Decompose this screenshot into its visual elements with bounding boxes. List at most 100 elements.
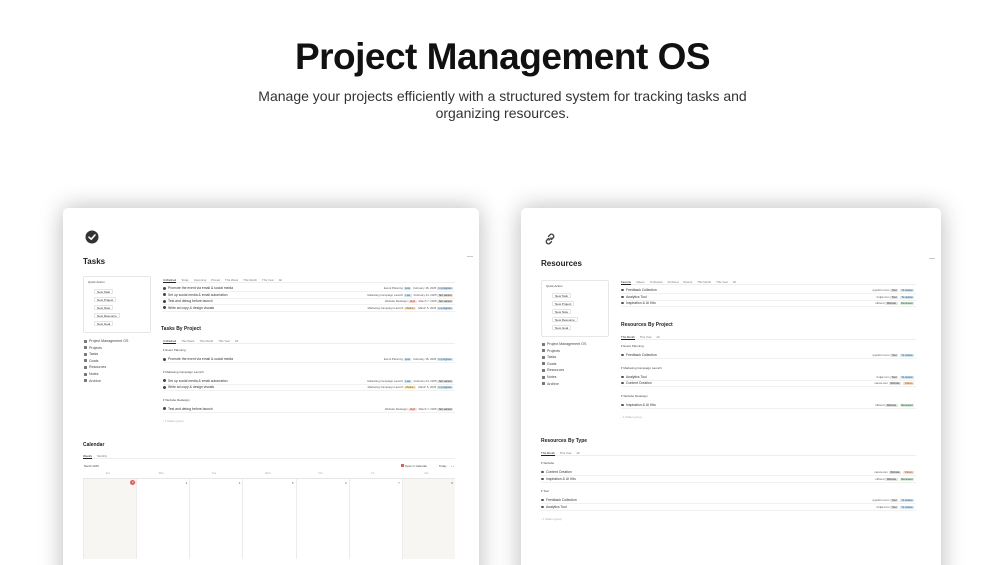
tab-tabs-0[interactable]: Weekly bbox=[83, 454, 93, 459]
task-check-icon[interactable] bbox=[163, 379, 166, 383]
tab-tabs-2[interactable]: This Month bbox=[199, 339, 213, 343]
task-row[interactable]: Set up social media & email automation Ma… bbox=[163, 379, 455, 385]
task-check-icon[interactable] bbox=[163, 385, 166, 389]
nav-item-tasks[interactable]: Tasks bbox=[542, 354, 586, 361]
tab-tabs-0[interactable]: This Month bbox=[621, 335, 635, 340]
task-check-icon[interactable] bbox=[163, 357, 166, 361]
tab-tabs-5[interactable]: This Month bbox=[243, 278, 257, 282]
task-row[interactable]: Write ad copy & design visuals Marketing … bbox=[163, 385, 455, 391]
group-header[interactable]: ▾ Marketing Campaign Launch bbox=[621, 366, 662, 370]
task-check-icon[interactable] bbox=[163, 299, 166, 303]
nav-item-projects[interactable]: Projects bbox=[542, 348, 586, 355]
tab-tabs-1[interactable]: Monthly bbox=[97, 454, 107, 458]
resource-row[interactable]: Inspiration & UI Kits uiflow.it Website Re… bbox=[541, 477, 916, 483]
calendar-day-cell[interactable]: 7 bbox=[348, 479, 402, 559]
today-button[interactable]: Today bbox=[439, 464, 446, 468]
group-header[interactable]: ▾ Website Redesign bbox=[163, 398, 190, 402]
new-project-button[interactable]: New Project bbox=[552, 301, 575, 306]
resource-row[interactable]: Feedback Collection typeform.com Tool To r… bbox=[621, 353, 916, 359]
calendar-day-cell[interactable]: 3 bbox=[136, 479, 189, 559]
nav-item-projects[interactable]: Projects bbox=[84, 345, 128, 352]
tab-tabs-1[interactable]: This Year bbox=[560, 451, 572, 455]
task-check-icon[interactable] bbox=[163, 293, 166, 297]
task-row[interactable]: Test and debug before launch Website Rede… bbox=[163, 299, 455, 305]
new-project-button[interactable]: New Project bbox=[94, 297, 117, 302]
tab-tabs-4[interactable]: This Week bbox=[225, 278, 238, 282]
group-header[interactable]: ▾ Event Planning bbox=[163, 348, 186, 352]
nav-item-resources[interactable]: Resources bbox=[542, 367, 586, 374]
collapse-button[interactable]: — bbox=[467, 254, 473, 260]
resource-row[interactable]: Inspiration & UI Kits uiflow.it Website Re… bbox=[621, 403, 916, 409]
task-row[interactable]: Write ad copy & design visuals Marketing … bbox=[163, 306, 455, 312]
tab-tabs-4[interactable]: All bbox=[235, 339, 238, 343]
nav-item-archive[interactable]: Archive bbox=[84, 378, 128, 385]
tab-tabs-1[interactable]: Videos bbox=[636, 280, 645, 284]
group-header[interactable]: ▾ Website Redesign bbox=[621, 394, 648, 398]
new-note-button[interactable]: New Note bbox=[552, 309, 572, 314]
tab-tabs-1[interactable]: This Year bbox=[640, 335, 652, 339]
nav-item-notes[interactable]: Notes bbox=[542, 374, 586, 381]
new-resource-button[interactable]: New Resource bbox=[94, 313, 120, 318]
tab-tabs-3[interactable]: This Year bbox=[218, 339, 230, 343]
calendar-nav-arrows[interactable]: ‹ › bbox=[451, 464, 454, 468]
hidden-groups-toggle[interactable]: › 1 hidden group bbox=[541, 517, 561, 521]
tab-tabs-0[interactable]: This Month bbox=[541, 451, 555, 456]
task-check-icon[interactable] bbox=[163, 286, 166, 290]
tab-tabs-2[interactable]: Upcoming bbox=[194, 278, 207, 282]
calendar-day-cell[interactable]: 8 bbox=[401, 479, 455, 559]
hidden-groups-toggle[interactable]: › 1 hidden group bbox=[621, 415, 641, 419]
task-row[interactable]: Promote the event via email & social med… bbox=[163, 357, 455, 363]
nav-item-project-management-os[interactable]: Project Management OS bbox=[84, 338, 128, 345]
new-task-button[interactable]: New Task bbox=[552, 293, 571, 298]
group-header[interactable]: ▾ Website bbox=[541, 461, 554, 465]
task-check-icon[interactable] bbox=[163, 306, 166, 310]
tab-tabs-4[interactable]: Recent bbox=[683, 280, 692, 284]
tab-tabs-3[interactable]: Pinned bbox=[211, 278, 220, 282]
new-task-button[interactable]: New Task bbox=[94, 289, 113, 294]
resource-row[interactable]: Inspiration & UI Kits uiflow.it Website Re… bbox=[621, 301, 916, 307]
resource-row[interactable]: Feedback Collection typeform.com Tool To r… bbox=[621, 288, 916, 294]
task-row[interactable]: Promote the event via email & social med… bbox=[163, 286, 455, 292]
calendar-day-cell[interactable]: 6 bbox=[295, 479, 349, 559]
resource-row[interactable]: Content Creation canva.com Website Videos bbox=[621, 381, 916, 387]
tab-tabs-1[interactable]: This Week bbox=[181, 339, 194, 343]
collapse-button[interactable]: — bbox=[929, 256, 935, 262]
calendar-day-cell[interactable]: 5 bbox=[242, 479, 295, 559]
nav-item-resources[interactable]: Resources bbox=[84, 364, 128, 371]
tab-tabs-0[interactable]: Unfinished bbox=[163, 278, 177, 283]
tab-tabs-2[interactable]: All bbox=[577, 451, 580, 455]
nav-item-archive[interactable]: Archive bbox=[542, 381, 586, 388]
group-header[interactable]: ▾ Marketing Campaign Launch bbox=[163, 370, 204, 374]
task-check-icon[interactable] bbox=[163, 407, 166, 411]
group-header[interactable]: ▾ Tool bbox=[541, 489, 549, 493]
tab-tabs-7[interactable]: All bbox=[733, 280, 736, 284]
resource-row[interactable]: Analytics Tool hotjar.com Tool To review bbox=[621, 375, 916, 381]
tab-tabs-6[interactable]: This Year bbox=[716, 280, 728, 284]
open-in-calendar-button[interactable]: Open in Calendar bbox=[401, 464, 427, 468]
nav-item-project-management-os[interactable]: Project Management OS bbox=[542, 341, 586, 348]
resource-row[interactable]: Content Creation canva.com Website Videos bbox=[541, 470, 916, 476]
tab-tabs-7[interactable]: All bbox=[279, 278, 282, 282]
tab-tabs-3[interactable]: Archived bbox=[668, 280, 679, 284]
task-row[interactable]: Set up social media & email automation Ma… bbox=[163, 293, 455, 299]
tab-tabs-5[interactable]: This Month bbox=[697, 280, 711, 284]
nav-item-tasks[interactable]: Tasks bbox=[84, 351, 128, 358]
tab-tabs-6[interactable]: This Year bbox=[262, 278, 274, 282]
resource-row[interactable]: Feedback Collection typeform.com Tool To r… bbox=[541, 498, 916, 504]
resource-row[interactable]: Analytics Tool hotjar.com Tool To review bbox=[621, 295, 916, 301]
tab-tabs-0[interactable]: Favorite bbox=[621, 280, 632, 285]
new-note-button[interactable]: New Note bbox=[94, 305, 114, 310]
nav-item-notes[interactable]: Notes bbox=[84, 371, 128, 378]
hidden-groups-toggle[interactable]: › 1 hidden group bbox=[163, 419, 183, 423]
nav-item-goals[interactable]: Goals bbox=[84, 358, 128, 365]
tab-tabs-2[interactable]: To Review bbox=[650, 280, 663, 284]
tab-tabs-2[interactable]: All bbox=[657, 335, 660, 339]
new-goal-button[interactable]: New Goal bbox=[94, 321, 114, 326]
nav-item-goals[interactable]: Goals bbox=[542, 361, 586, 368]
task-row[interactable]: Test and debug before launch Website Rede… bbox=[163, 407, 455, 413]
new-resource-button[interactable]: New Resource bbox=[552, 317, 578, 322]
new-goal-button[interactable]: New Goal bbox=[552, 325, 572, 330]
group-header[interactable]: ▾ Event Planning bbox=[621, 344, 644, 348]
calendar-day-cell[interactable]: 2 bbox=[83, 479, 137, 559]
calendar-day-cell[interactable]: 4 bbox=[189, 479, 242, 559]
